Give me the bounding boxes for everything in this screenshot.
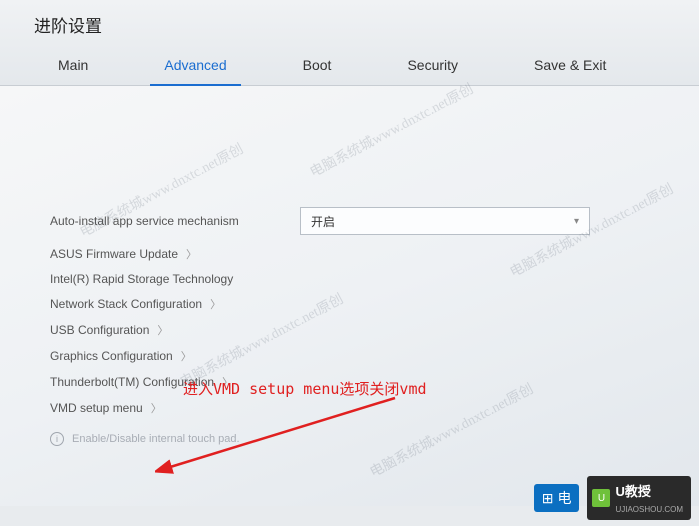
item-label: Network Stack Configuration — [50, 297, 202, 311]
tab-save-exit[interactable]: Save & Exit — [496, 47, 644, 85]
content-area: Auto-install app service mechanism 开启 ▾ … — [0, 86, 699, 506]
chevron-right-icon: 〉 — [210, 296, 221, 312]
chevron-right-icon: 〉 — [181, 348, 192, 364]
tab-advanced[interactable]: Advanced — [126, 47, 264, 85]
logo-dian: ⊞电 — [534, 484, 580, 512]
chevron-right-icon: 〉 — [157, 322, 168, 338]
item-thunderbolt-configuration[interactable]: Thunderbolt(TM) Configuration 〉 — [50, 374, 649, 390]
hint-text: Enable/Disable internal touch pad. — [72, 433, 240, 445]
item-graphics-configuration[interactable]: Graphics Configuration 〉 — [50, 348, 649, 364]
item-intel-rst[interactable]: Intel(R) Rapid Storage Technology — [50, 272, 649, 286]
item-label: Thunderbolt(TM) Configuration — [50, 375, 214, 389]
item-network-stack[interactable]: Network Stack Configuration 〉 — [50, 296, 649, 312]
chevron-right-icon: 〉 — [222, 374, 233, 390]
page-title: 进阶设置 — [0, 8, 699, 47]
tab-boot[interactable]: Boot — [265, 47, 370, 85]
select-value: 开启 — [311, 213, 335, 230]
chevron-right-icon: 〉 — [151, 400, 162, 416]
item-label: Graphics Configuration — [50, 349, 173, 363]
tab-security[interactable]: Security — [369, 47, 496, 85]
item-asus-firmware-update[interactable]: ASUS Firmware Update 〉 — [50, 246, 649, 262]
item-usb-configuration[interactable]: USB Configuration 〉 — [50, 322, 649, 338]
item-label: VMD setup menu — [50, 401, 143, 415]
logo-u-jiaoshou: U U教授 UJIAOSHOU.COM — [587, 476, 691, 520]
info-icon: i — [50, 432, 64, 446]
chevron-right-icon: 〉 — [186, 246, 197, 262]
select-autoinstall[interactable]: 开启 ▾ — [300, 207, 590, 235]
item-label: ASUS Firmware Update — [50, 247, 178, 261]
item-label: USB Configuration — [50, 323, 149, 337]
tab-bar: Main Advanced Boot Security Save & Exit — [0, 47, 699, 86]
tab-main[interactable]: Main — [20, 47, 126, 85]
item-vmd-setup-menu[interactable]: VMD setup menu 〉 — [50, 400, 649, 416]
logo-area: ⊞电 U U教授 UJIAOSHOU.COM — [534, 476, 691, 520]
chevron-down-icon: ▾ — [574, 216, 579, 227]
setting-label-autoinstall: Auto-install app service mechanism — [50, 214, 300, 228]
